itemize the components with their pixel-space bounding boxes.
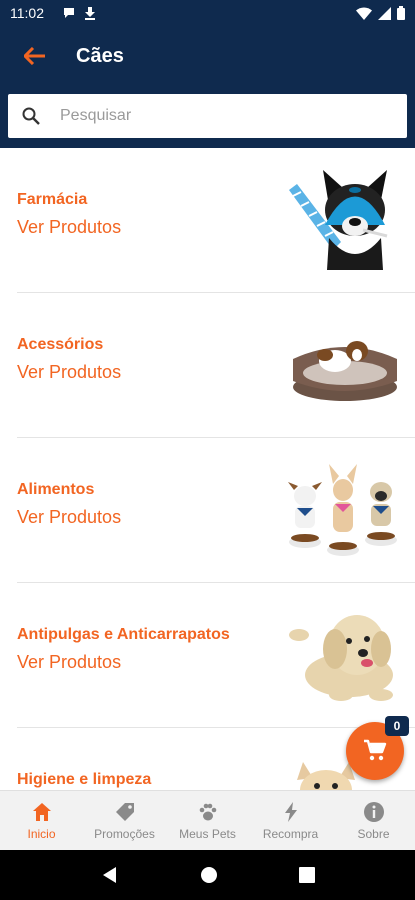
category-name: Acessórios xyxy=(17,336,104,353)
app-bar: Cães xyxy=(0,26,415,86)
status-time: 11:02 xyxy=(10,5,44,21)
system-back-icon[interactable] xyxy=(101,866,119,884)
nav-item-meus-pets[interactable]: Meus Pets xyxy=(166,791,249,850)
nav-item-sobre[interactable]: Sobre xyxy=(332,791,415,850)
signal-icon xyxy=(378,6,391,20)
view-products-link[interactable]: Ver Produtos xyxy=(17,217,121,238)
status-bar-right xyxy=(356,6,405,20)
tag-icon xyxy=(115,802,134,821)
nav-label: Meus Pets xyxy=(179,826,236,841)
category-item-acessorios[interactable]: Acessórios Ver Produtos xyxy=(17,293,415,438)
home-icon xyxy=(32,802,51,821)
download-notification-icon xyxy=(85,7,95,20)
sick-dog-image xyxy=(289,170,388,270)
category-list[interactable]: Farmácia Ver Produtos Acessórios Ver Pro… xyxy=(0,148,415,790)
category-item-alimentos[interactable]: Alimentos Ver Produtos xyxy=(17,438,415,583)
lightning-icon xyxy=(284,801,297,822)
battery-icon xyxy=(397,6,405,20)
nav-item-promocoes[interactable]: Promoções xyxy=(83,791,166,850)
back-button[interactable] xyxy=(10,26,60,86)
category-name: Farmácia xyxy=(17,191,88,208)
category-name: Antipulgas e Anticarrapatos xyxy=(17,626,230,643)
search-icon xyxy=(22,107,40,125)
category-name: Higiene e limpeza xyxy=(17,771,152,788)
category-item-farmacia[interactable]: Farmácia Ver Produtos xyxy=(17,148,415,293)
nav-item-recompra[interactable]: Recompra xyxy=(249,791,332,850)
dogs-with-food-bowls-image xyxy=(288,464,397,556)
view-products-link[interactable]: Ver Produtos xyxy=(17,652,121,673)
category-item-antipulgas[interactable]: Antipulgas e Anticarrapatos Ver Produtos xyxy=(17,583,415,728)
dog-bed-image xyxy=(293,341,397,401)
system-home-icon[interactable] xyxy=(200,866,218,884)
wifi-icon xyxy=(356,7,372,20)
fluffy-dog-image xyxy=(289,615,393,701)
paw-icon xyxy=(199,803,216,820)
arrow-left-icon xyxy=(24,47,45,65)
cart-count-badge: 0 xyxy=(385,716,409,736)
system-recents-icon[interactable] xyxy=(298,867,315,883)
category-name: Alimentos xyxy=(17,481,95,498)
view-products-link[interactable]: Ver Produtos xyxy=(17,507,121,528)
search-container: Pesquisar xyxy=(0,86,415,148)
bottom-navigation: Inicio Promoções Meus Pets Recompra Sobr… xyxy=(0,790,415,850)
search-placeholder: Pesquisar xyxy=(60,107,132,124)
nav-item-inicio[interactable]: Inicio xyxy=(0,791,83,850)
status-bar: 11:02 xyxy=(0,0,415,26)
search-input[interactable]: Pesquisar xyxy=(8,94,407,138)
system-navigation-bar xyxy=(0,850,415,900)
nav-label: Inicio xyxy=(27,826,56,841)
view-products-link[interactable]: Ver Produtos xyxy=(17,362,121,383)
chat-notification-icon xyxy=(64,8,74,18)
nav-label: Sobre xyxy=(357,826,390,841)
page-title: Cães xyxy=(76,44,124,67)
info-icon xyxy=(363,801,384,822)
cart-icon xyxy=(364,739,387,761)
status-bar-left: 11:02 xyxy=(10,5,96,21)
nav-label: Recompra xyxy=(262,826,319,841)
nav-label: Promoções xyxy=(94,826,155,841)
